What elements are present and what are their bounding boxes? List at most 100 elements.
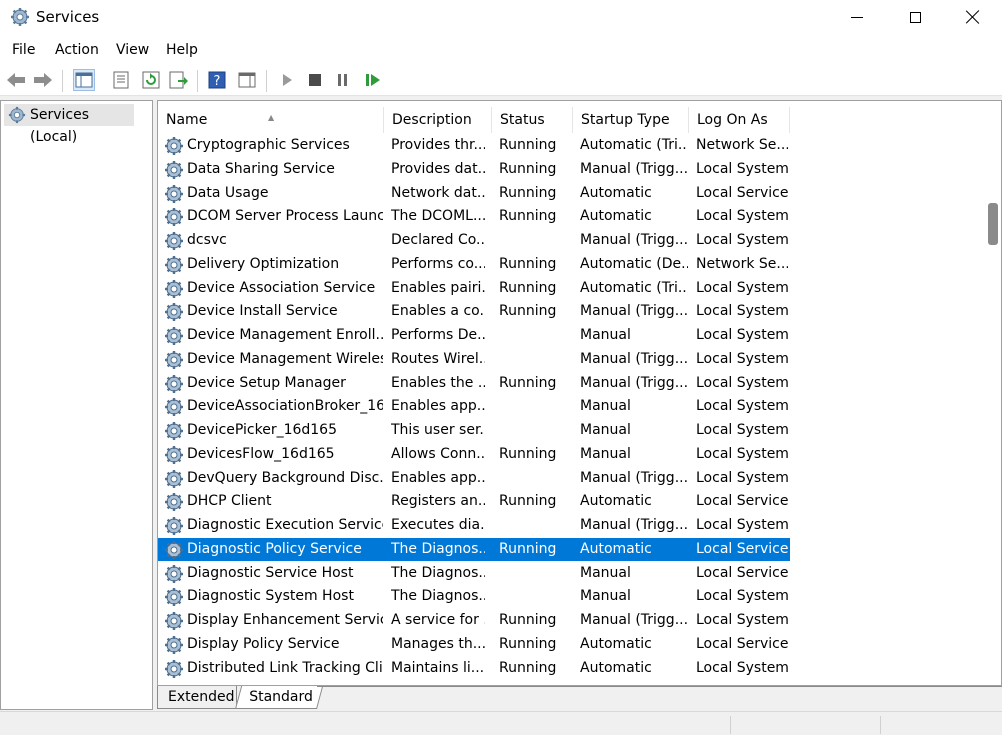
menu-action[interactable]: Action xyxy=(55,41,99,59)
service-description: A service for ... xyxy=(391,612,485,628)
column-header-label: Name xyxy=(166,112,208,128)
service-status xyxy=(499,229,575,252)
table-row[interactable]: DevQuery Background Disc... Enables app..… xyxy=(158,467,790,490)
services-gear-icon xyxy=(8,106,26,131)
toolbar-separator xyxy=(62,70,63,92)
column-header-log-on-as[interactable]: Log On As xyxy=(689,107,790,133)
tree-item-services-local[interactable]: Services (Local) xyxy=(4,104,134,145)
maximize-button[interactable] xyxy=(886,0,944,34)
service-gear-icon xyxy=(164,516,184,536)
view-tabs: Extended Standard xyxy=(157,686,1002,710)
table-row[interactable]: Display Enhancement Service A service for… xyxy=(158,609,790,632)
service-gear-icon xyxy=(164,564,184,584)
table-row[interactable]: DeviceAssociationBroker_16... Enables app… xyxy=(158,395,790,418)
stop-service-button[interactable] xyxy=(304,69,326,91)
table-row[interactable]: Data Sharing Service Provides dat... Runni… xyxy=(158,158,790,181)
menu-view[interactable]: View xyxy=(116,41,149,59)
show-hide-console-tree-icon xyxy=(75,72,93,88)
service-name: Device Association Service xyxy=(187,279,376,296)
service-log-on-as: Local System xyxy=(696,612,788,628)
service-name: DCOM Server Process Launc... xyxy=(187,208,383,225)
service-startup-type: Manual (Trigg... xyxy=(580,303,688,320)
table-row[interactable]: Device Setup Manager Enables the ... Runni… xyxy=(158,372,790,395)
pause-service-button[interactable] xyxy=(332,69,354,91)
restart-service-button[interactable] xyxy=(362,69,384,91)
service-description: Executes dia... xyxy=(391,517,485,533)
svg-text:?: ? xyxy=(214,74,221,89)
service-log-on-as: Local Service xyxy=(696,540,788,557)
service-gear-icon xyxy=(164,374,184,394)
properties-button[interactable] xyxy=(110,69,132,91)
table-row[interactable]: dcsvc Declared Co... Manual (Trigg... Local… xyxy=(158,229,790,252)
service-status: Running xyxy=(499,279,557,296)
vertical-scrollbar[interactable] xyxy=(984,101,1001,685)
service-startup-type: Manual xyxy=(580,564,631,581)
tab-divider xyxy=(317,686,1002,687)
service-gear-icon xyxy=(164,445,184,465)
table-row[interactable]: Diagnostic Execution Service Executes dia… xyxy=(158,514,790,537)
service-description: Registers an... xyxy=(391,493,485,510)
service-startup-type: Automatic xyxy=(580,184,652,201)
service-gear-icon xyxy=(164,231,184,251)
forward-button[interactable] xyxy=(32,69,54,91)
table-row[interactable]: Device Install Service Enables a co... Run… xyxy=(158,300,790,323)
minimize-icon xyxy=(851,16,863,18)
column-header-status[interactable]: Status xyxy=(492,107,573,133)
table-row[interactable]: Diagnostic Service Host The Diagnos... Man… xyxy=(158,562,790,585)
service-startup-type: Manual xyxy=(580,422,631,438)
table-row[interactable]: DevicePicker_16d165 This user ser... Manua… xyxy=(158,419,790,442)
help-button[interactable]: ? xyxy=(206,69,228,91)
service-log-on-as: Local System xyxy=(696,327,788,343)
menu-file[interactable]: File xyxy=(12,41,35,59)
maximize-icon xyxy=(909,11,921,23)
show-hide-console-tree-button[interactable] xyxy=(73,69,95,91)
service-startup-type: Manual (Trigg... xyxy=(580,350,688,367)
service-status: Running xyxy=(499,540,557,557)
service-log-on-as: Local Service xyxy=(696,635,788,652)
menu-bar: File Action View Help xyxy=(0,36,1002,64)
service-name: Device Install Service xyxy=(187,303,338,320)
minimize-button[interactable] xyxy=(828,0,886,34)
service-description: This user ser... xyxy=(391,422,485,438)
service-log-on-as: Local System xyxy=(696,208,788,225)
service-log-on-as: Network Se... xyxy=(696,255,788,272)
scrollbar-thumb[interactable] xyxy=(988,203,998,245)
menu-help[interactable]: Help xyxy=(166,41,198,59)
table-row[interactable]: Device Management Enroll... Performs De..… xyxy=(158,324,790,347)
service-name: DevicePicker_16d165 xyxy=(187,422,338,438)
service-log-on-as: Local System xyxy=(696,279,788,296)
tab-standard[interactable]: Standard xyxy=(235,686,324,709)
table-row[interactable]: DevicesFlow_16d165 Allows Conn... Running M… xyxy=(158,443,790,466)
table-row[interactable]: Diagnostic Policy Service The Diagnos... R… xyxy=(158,537,790,561)
start-service-button[interactable] xyxy=(276,69,298,91)
stop-service-icon xyxy=(309,74,321,86)
export-list-button[interactable] xyxy=(168,69,190,91)
column-header-startup-type[interactable]: Startup Type xyxy=(573,107,689,133)
column-header-description[interactable]: Description xyxy=(384,107,492,133)
back-button[interactable] xyxy=(5,69,27,91)
table-row[interactable]: Display Policy Service Manages th... Runni… xyxy=(158,633,790,656)
table-row[interactable]: Diagnostic System Host The Diagnos... Manu… xyxy=(158,585,790,608)
title-bar: Services xyxy=(0,0,1002,36)
show-hide-action-pane-button[interactable] xyxy=(236,69,258,91)
table-row[interactable]: DHCP Client Registers an... Running Automat… xyxy=(158,490,790,513)
table-row[interactable]: Device Association Service Enables pairi.… xyxy=(158,277,790,300)
table-row[interactable]: Distributed Link Tracking Cli... Maintain… xyxy=(158,657,790,680)
table-row[interactable]: Device Management Wireles... Routes Wirel… xyxy=(158,348,790,371)
table-row[interactable]: Delivery Optimization Performs co... Runni… xyxy=(158,253,790,276)
table-row[interactable]: DCOM Server Process Launc... The DCOML...… xyxy=(158,205,790,228)
table-row[interactable]: Cryptographic Services Provides thr... Run… xyxy=(158,134,790,157)
service-status xyxy=(499,419,575,442)
toolbar-separator xyxy=(197,70,198,92)
service-log-on-as: Local System xyxy=(696,469,788,486)
tab-extended[interactable]: Extended xyxy=(157,686,237,709)
service-log-on-as: Local System xyxy=(696,588,788,605)
column-header-name[interactable]: ▲ Name xyxy=(158,107,384,133)
table-row[interactable]: Data Usage Network dat... Running Automatic… xyxy=(158,182,790,205)
refresh-button[interactable] xyxy=(140,69,162,91)
close-button[interactable] xyxy=(944,0,1002,34)
service-gear-icon xyxy=(164,184,184,204)
service-name: Device Setup Manager xyxy=(187,374,346,391)
service-log-on-as: Local System xyxy=(696,422,788,438)
service-gear-icon xyxy=(164,279,184,299)
